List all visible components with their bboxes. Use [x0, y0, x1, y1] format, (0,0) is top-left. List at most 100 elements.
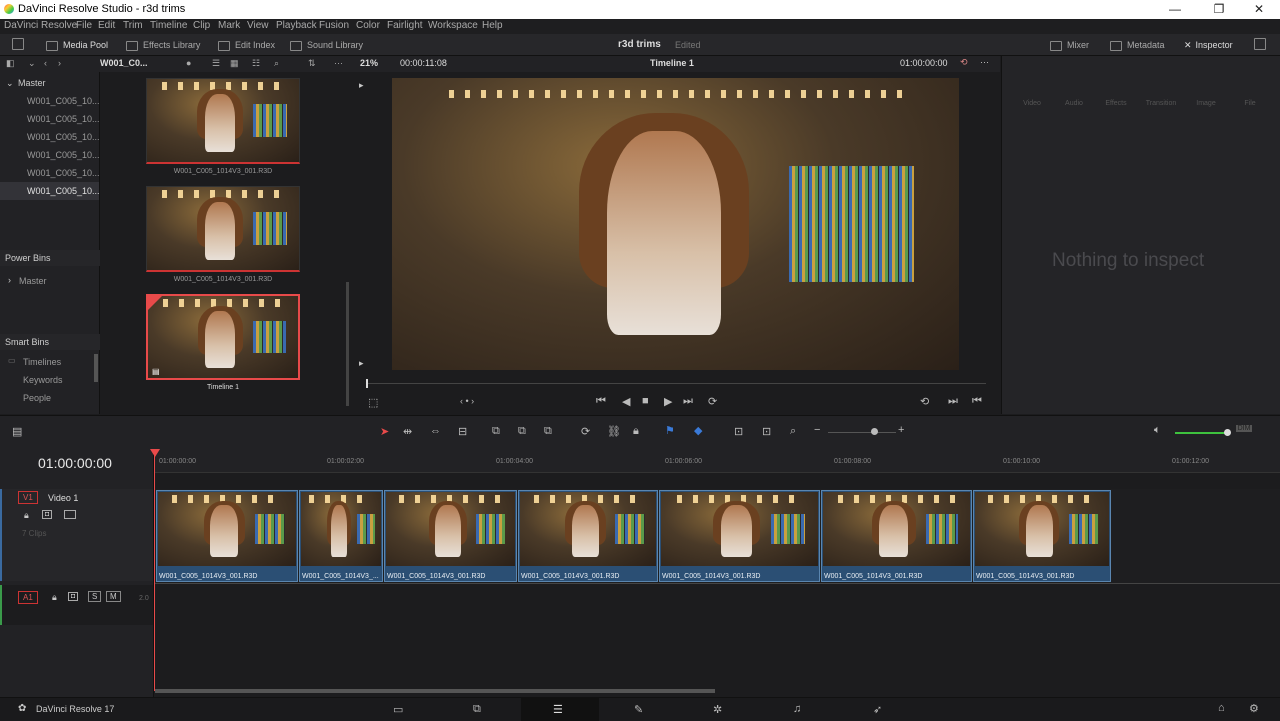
menu-mark[interactable]: Mark [218, 20, 240, 31]
snapping-icon[interactable]: ⟳ [581, 425, 590, 438]
timeline-selector[interactable]: Timeline 1 [650, 58, 694, 68]
playhead-line[interactable] [154, 449, 155, 691]
home-icon[interactable]: ⌂ [1218, 702, 1225, 714]
inspector-tab-transition[interactable]: Transition [1141, 100, 1181, 107]
next-edit-icon[interactable]: ⏭ [948, 395, 958, 408]
dim-button[interactable]: DIM [1236, 425, 1252, 432]
video-frame[interactable] [392, 78, 959, 370]
effects-library-button[interactable]: Effects Library [126, 40, 200, 51]
scrubber-bar[interactable] [366, 383, 986, 384]
menu-workspace[interactable]: Workspace [428, 20, 478, 31]
sound-library-button[interactable]: Sound Library [290, 40, 363, 51]
menu-fusion[interactable]: Fusion [319, 20, 349, 31]
audio-lock-icon[interactable]: 🔒︎ [52, 592, 57, 603]
smart-bin-keywords[interactable]: Keywords [23, 375, 63, 385]
a1-track-label[interactable]: A1 [18, 591, 38, 604]
timeline-clip[interactable]: W001_C005_1014V3_001.R3D [821, 490, 972, 582]
inspector-tab-file[interactable]: File [1230, 100, 1270, 107]
panel-toggle-icon[interactable] [12, 38, 29, 50]
jump-end-icon[interactable]: ⏭ [683, 395, 693, 408]
jump-start-icon[interactable]: ⏮ [596, 395, 606, 408]
master-bin[interactable]: Master [18, 78, 46, 88]
replace-clip-icon[interactable]: ⧉ [544, 425, 552, 438]
fairlight-page-icon[interactable]: ♫ [793, 703, 801, 715]
dynamic-trim-icon[interactable]: ⇔ [430, 425, 441, 437]
out-marker-icon[interactable]: ▸ [359, 358, 364, 369]
inspector-tab-effects[interactable]: Effects [1096, 100, 1136, 107]
timeline-clip[interactable]: W001_C005_1014V3_001.R3D [973, 490, 1111, 582]
sort-icon[interactable]: ⇅ [308, 58, 316, 69]
loop-icon[interactable]: ⟳ [708, 395, 717, 408]
dropdown-icon[interactable]: ⌄ [28, 58, 36, 69]
bin-item-selected[interactable]: W001_C005_10... [27, 186, 100, 196]
stop-icon[interactable]: ■ [642, 395, 649, 407]
marker-icon[interactable]: ◆ [694, 424, 702, 437]
bin-item[interactable]: W001_C005_10... [27, 150, 100, 160]
inspector-button[interactable]: ✕ Inspector [1184, 40, 1233, 51]
view-options-icon[interactable]: ⬚ [368, 396, 378, 409]
bin-item[interactable]: W001_C005_10... [27, 96, 100, 106]
cut-page-icon[interactable]: ⧉ [473, 703, 481, 716]
color-page-icon[interactable]: ✲ [713, 703, 722, 716]
bin-scrollbar[interactable] [94, 354, 98, 382]
menu-help[interactable]: Help [482, 20, 503, 31]
timeline-clip[interactable]: W001_C005_1014V3_001.R3D [659, 490, 820, 582]
track-lock-icon[interactable]: 🔒︎ [24, 510, 29, 521]
edit-page-icon[interactable]: ☰ [553, 703, 563, 716]
linked-selection-icon[interactable]: ⛓ [607, 425, 621, 438]
position-lock-icon[interactable]: 🔒︎ [633, 425, 639, 438]
inspector-tab-video[interactable]: Video [1012, 100, 1052, 107]
list-view-icon[interactable]: ☰ [212, 58, 220, 69]
volume-icon[interactable]: 🔈︎ [1154, 424, 1161, 437]
volume-slider-track[interactable] [1175, 432, 1227, 434]
inspector-tab-audio[interactable]: Audio [1054, 100, 1094, 107]
fusion-page-icon[interactable]: ✎ [634, 703, 643, 716]
options-icon[interactable] [1254, 38, 1271, 50]
reverse-play-icon[interactable]: ◀ [622, 395, 630, 408]
menu-davinci-resolve[interactable]: DaVinci Resolve [4, 20, 77, 31]
match-frame-icon[interactable]: ⟲ [920, 395, 929, 408]
zoom-custom-icon[interactable]: ⌕ [790, 425, 796, 438]
zoom-slider-handle[interactable] [871, 428, 878, 435]
zoom-out-icon[interactable]: − [814, 424, 820, 436]
timeline-clip[interactable]: W001_C005_1014V3_001.R3D [156, 490, 298, 582]
metadata-button[interactable]: Metadata [1110, 40, 1165, 51]
timeline-clip[interactable]: W001_C005_1014V3_001.R3D [384, 490, 517, 582]
volume-slider-handle[interactable] [1224, 429, 1231, 436]
zoom-level[interactable]: 21% [360, 58, 378, 68]
edit-index-button[interactable]: Edit Index [218, 40, 275, 51]
menu-trim[interactable]: Trim [123, 20, 143, 31]
blade-tool-icon[interactable]: ⊟ [458, 425, 467, 438]
insert-clip-icon[interactable]: ⧉ [492, 425, 500, 438]
maximize-button[interactable]: ❐ [1204, 2, 1234, 17]
settings-gear-icon[interactable]: ⚙ [1249, 702, 1259, 715]
bin-item[interactable]: W001_C005_10... [27, 114, 100, 124]
forward-icon[interactable]: › [58, 58, 61, 68]
playhead-marker[interactable] [366, 379, 368, 388]
timeline-clip[interactable]: W001_C005_1014V3_001.R3D [518, 490, 658, 582]
media-thumbnail[interactable] [146, 78, 300, 164]
track-enable-icon[interactable] [64, 510, 76, 519]
minimize-button[interactable]: — [1160, 2, 1190, 17]
smart-bin-timelines[interactable]: Timelines [23, 357, 61, 367]
viewer-options-icon[interactable]: ··· [980, 57, 989, 67]
menu-view[interactable]: View [247, 20, 269, 31]
power-chevron-icon[interactable]: › [8, 275, 11, 285]
timeline-scrollbar[interactable] [155, 689, 715, 693]
menu-edit[interactable]: Edit [98, 20, 115, 31]
media-pool-button[interactable]: Media Pool [46, 40, 108, 51]
timeline-ruler[interactable] [155, 449, 1280, 473]
power-bin-master[interactable]: Master [19, 276, 47, 286]
zoom-slider-track[interactable] [828, 432, 896, 433]
playhead-head[interactable] [150, 449, 160, 457]
menu-color[interactable]: Color [356, 20, 380, 31]
sidebar-toggle-icon[interactable]: ◧ [6, 58, 15, 69]
selection-tool-icon[interactable]: ➤ [380, 425, 389, 438]
sync-icon[interactable]: ⟲ [960, 57, 968, 68]
inspector-tab-image[interactable]: Image [1186, 100, 1226, 107]
smart-bin-people[interactable]: People [23, 393, 51, 403]
deliver-page-icon[interactable]: ➶ [873, 703, 882, 716]
overwrite-clip-icon[interactable]: ⧉ [518, 425, 526, 438]
timeline-view-options-icon[interactable]: ▤ [12, 425, 22, 438]
play-icon[interactable]: ▶ [664, 395, 672, 408]
